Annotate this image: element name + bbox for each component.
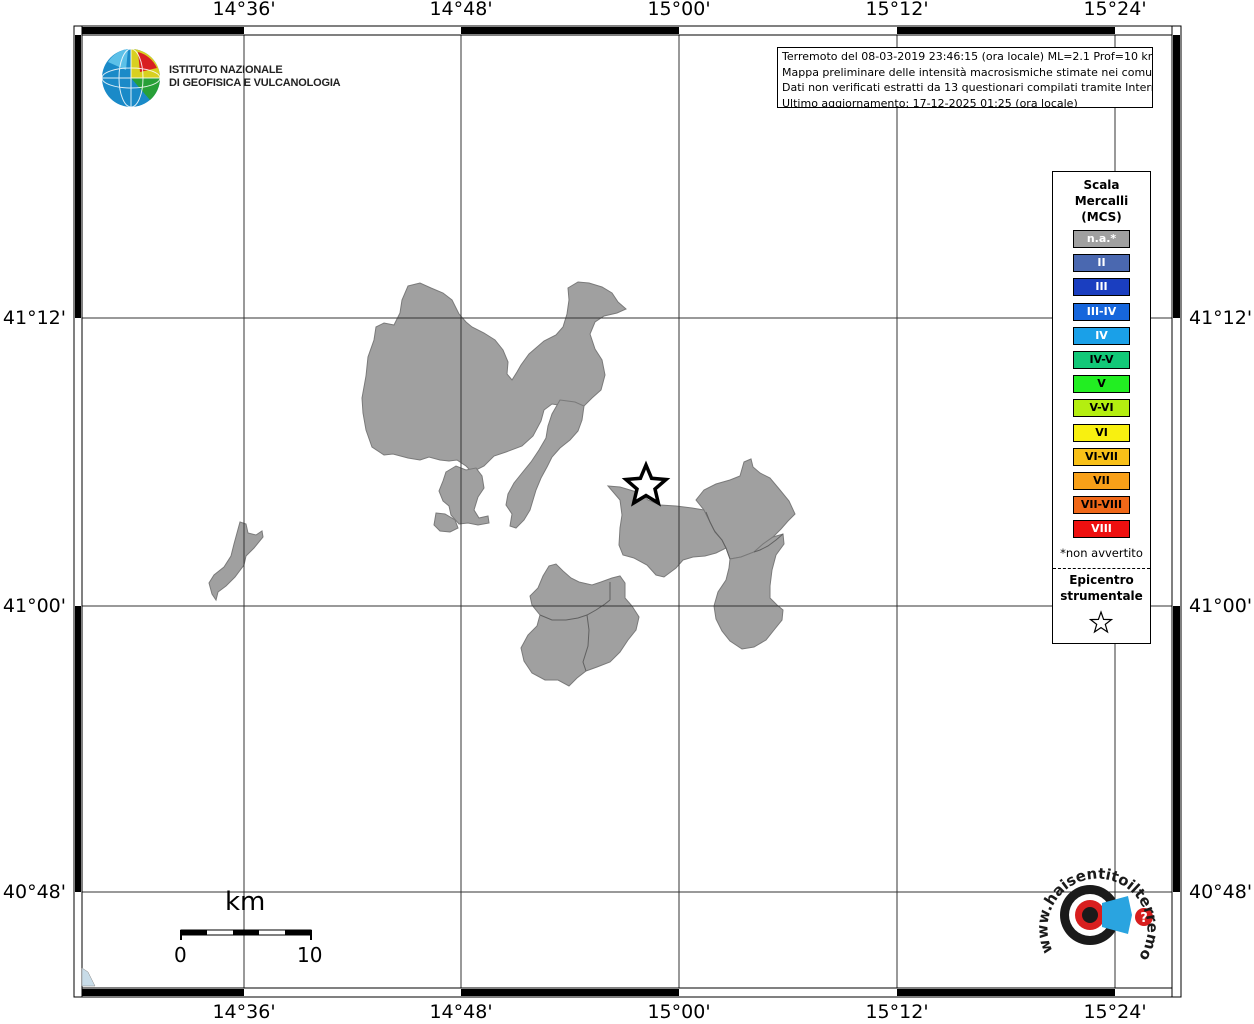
- scale-max-label: 10: [297, 943, 323, 967]
- ingv-logo-text: ISTITUTO NAZIONALE DI GEOFISICA E VULCAN…: [169, 64, 341, 90]
- intensity-legend: Scala Mercalli (MCS) n.a.* II III III-IV IV I…: [1052, 171, 1151, 644]
- ingv-logo-icon: [101, 48, 161, 108]
- lon-tick-label: 15°00': [647, 0, 711, 20]
- legend-epicenter-line: strumentale: [1060, 589, 1143, 603]
- lat-tick-label: 41°00': [2, 595, 66, 617]
- logo-line-1: ISTITUTO NAZIONALE: [169, 64, 283, 76]
- scale-unit-label: km: [225, 887, 266, 917]
- legend-swatch: VI-VII: [1073, 447, 1130, 466]
- legend-epicenter-label: Epicentro strumentale: [1053, 572, 1150, 604]
- legend-swatch: III: [1073, 278, 1130, 297]
- lon-tick-label: 15°12': [865, 1001, 929, 1023]
- legend-swatch: V: [1073, 375, 1130, 394]
- lat-tick-label: 41°12': [2, 307, 66, 329]
- legend-swatch: VI: [1073, 423, 1130, 442]
- legend-title-line: (MCS): [1081, 210, 1122, 224]
- legend-swatch: VII: [1073, 472, 1130, 490]
- legend-title: Scala Mercalli (MCS): [1053, 177, 1150, 225]
- info-line-source: Dati non verificati estratti da 13 quest…: [782, 81, 1153, 94]
- scale-min-label: 0: [174, 943, 187, 967]
- legend-note: *non avvertito: [1060, 546, 1143, 560]
- lon-tick-label: 14°48': [429, 0, 493, 20]
- info-line-description: Mappa preliminare delle intensità macros…: [782, 65, 1153, 79]
- legend-star-icon: [1088, 610, 1114, 634]
- info-line-updated: Ultimo aggiornamento: 17-12-2025 01:25 (…: [782, 96, 1078, 108]
- legend-swatch: IV: [1073, 326, 1130, 345]
- lon-tick-label: 15°24': [1083, 1001, 1147, 1023]
- logo-line-2: DI GEOFISICA E VULCANOLOGIA: [169, 77, 341, 89]
- legend-swatch: VIII: [1073, 520, 1130, 539]
- lon-tick-label: 15°00': [647, 1001, 711, 1023]
- lat-tick-label: 41°12': [1189, 307, 1253, 329]
- lat-tick-label: 40°48': [2, 881, 66, 903]
- lon-tick-label: 15°24': [1083, 0, 1147, 20]
- legend-swatch: III-IV: [1073, 302, 1130, 321]
- lon-tick-label: 14°36': [212, 0, 276, 20]
- legend-title-line: Mercalli: [1074, 194, 1129, 208]
- lat-tick-label: 41°00': [1189, 595, 1253, 617]
- legend-swatch: n.a.*: [1073, 230, 1130, 248]
- lon-tick-label: 14°36': [212, 1001, 276, 1023]
- legend-swatch: VII-VIII: [1073, 496, 1130, 515]
- lon-tick-label: 14°48': [429, 1001, 493, 1023]
- lat-tick-label: 40°48': [1189, 881, 1253, 903]
- legend-title-line: Scala: [1083, 178, 1120, 192]
- lon-tick-label: 15°12': [865, 0, 929, 20]
- info-line-event: Terremoto del 08-03-2019 23:46:15 (ora l…: [782, 50, 1153, 63]
- legend-swatch: IV-V: [1073, 351, 1130, 369]
- legend-epicenter-line: Epicentro: [1069, 573, 1134, 587]
- legend-swatch: V-VI: [1073, 399, 1130, 418]
- legend-swatch: II: [1073, 254, 1130, 273]
- legend-divider: [1053, 568, 1150, 569]
- event-info-box: Terremoto del 08-03-2019 23:46:15 (ora l…: [777, 47, 1153, 108]
